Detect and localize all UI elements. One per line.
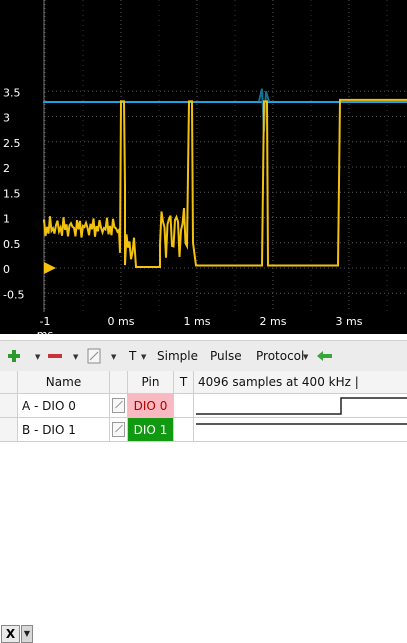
channel-table: Name Pin T 4096 samples at 400 kHz | A -… xyxy=(0,371,407,443)
analog-trace-channel-1 xyxy=(43,101,407,103)
edit-icon[interactable] xyxy=(86,341,102,371)
oscilloscope-plot[interactable]: 3.5 3 2.5 2 1.5 1 0.5 0 -0.5 xyxy=(0,0,407,312)
edit-icon[interactable] xyxy=(110,394,128,418)
y-tick-label: 0.5 xyxy=(3,238,21,251)
arrow-left-icon[interactable] xyxy=(316,341,334,371)
header-summary: 4096 samples at 400 kHz | xyxy=(194,371,407,394)
channel-name[interactable]: A - DIO 0 xyxy=(18,394,110,418)
plus-icon[interactable] xyxy=(6,341,22,371)
minus-icon[interactable] xyxy=(46,341,64,371)
x-unit-button[interactable]: X xyxy=(1,625,20,643)
edit-dropdown-icon[interactable]: ▼ xyxy=(111,353,116,361)
t-menu[interactable]: T xyxy=(129,341,136,371)
trigger-marker-icon xyxy=(44,262,56,274)
x-axis-bar: X ▼ -1 ms 0 ms 1 ms 2 ms 3 ms xyxy=(0,312,407,643)
y-tick-label: 3.5 xyxy=(3,86,21,99)
row-selector[interactable] xyxy=(0,394,18,418)
x-tick-label: -1 ms xyxy=(36,315,54,341)
header-corner xyxy=(0,371,18,394)
edit-icon[interactable] xyxy=(110,418,128,442)
pin-cell[interactable]: DIO 0 xyxy=(128,394,174,418)
chevron-down-icon[interactable]: ▼ xyxy=(21,625,33,643)
y-tick-label: 2.5 xyxy=(3,137,21,150)
pin-cell[interactable]: DIO 1 xyxy=(128,418,174,442)
x-tick-label: 1 ms xyxy=(183,315,211,328)
x-tick-label: 0 ms xyxy=(107,315,135,328)
y-tick-label: 3 xyxy=(3,112,10,125)
channel-name[interactable]: B - DIO 1 xyxy=(18,418,110,442)
y-tick-label: 0 xyxy=(3,263,10,276)
row-selector[interactable] xyxy=(0,418,18,442)
y-tick-label: 1.5 xyxy=(3,187,21,200)
y-tick-label: 1 xyxy=(3,213,10,226)
header-name[interactable]: Name xyxy=(18,371,110,394)
toolbar: ▼ ▼ ▼ T ▼ Simple Pulse Protocol ▼ xyxy=(0,340,407,371)
analog-trace-channel-2 xyxy=(43,98,407,268)
t-cell[interactable] xyxy=(174,394,194,418)
t-cell[interactable] xyxy=(174,418,194,442)
x-tick-label: 2 ms xyxy=(259,315,287,328)
y-tick-label: -0.5 xyxy=(3,288,24,301)
remove-dropdown-icon[interactable]: ▼ xyxy=(73,353,78,361)
plot-canvas[interactable]: 3.5 3 2.5 2 1.5 1 0.5 0 -0.5 xyxy=(0,0,407,312)
pulse-button[interactable]: Pulse xyxy=(210,341,242,371)
protocol-button[interactable]: Protocol xyxy=(256,341,304,371)
add-dropdown-icon[interactable]: ▼ xyxy=(35,353,40,361)
x-tick-label: 3 ms xyxy=(335,315,363,328)
y-tick-label: 2 xyxy=(3,162,10,175)
t-dropdown-icon[interactable]: ▼ xyxy=(141,353,146,361)
header-pin[interactable]: Pin xyxy=(128,371,174,394)
header-edit-col xyxy=(110,371,128,394)
signal-preview xyxy=(194,418,407,442)
simple-button[interactable]: Simple xyxy=(157,341,198,371)
protocol-dropdown-icon[interactable]: ▼ xyxy=(303,353,308,361)
signal-preview xyxy=(194,394,407,418)
header-t[interactable]: T xyxy=(174,371,194,394)
